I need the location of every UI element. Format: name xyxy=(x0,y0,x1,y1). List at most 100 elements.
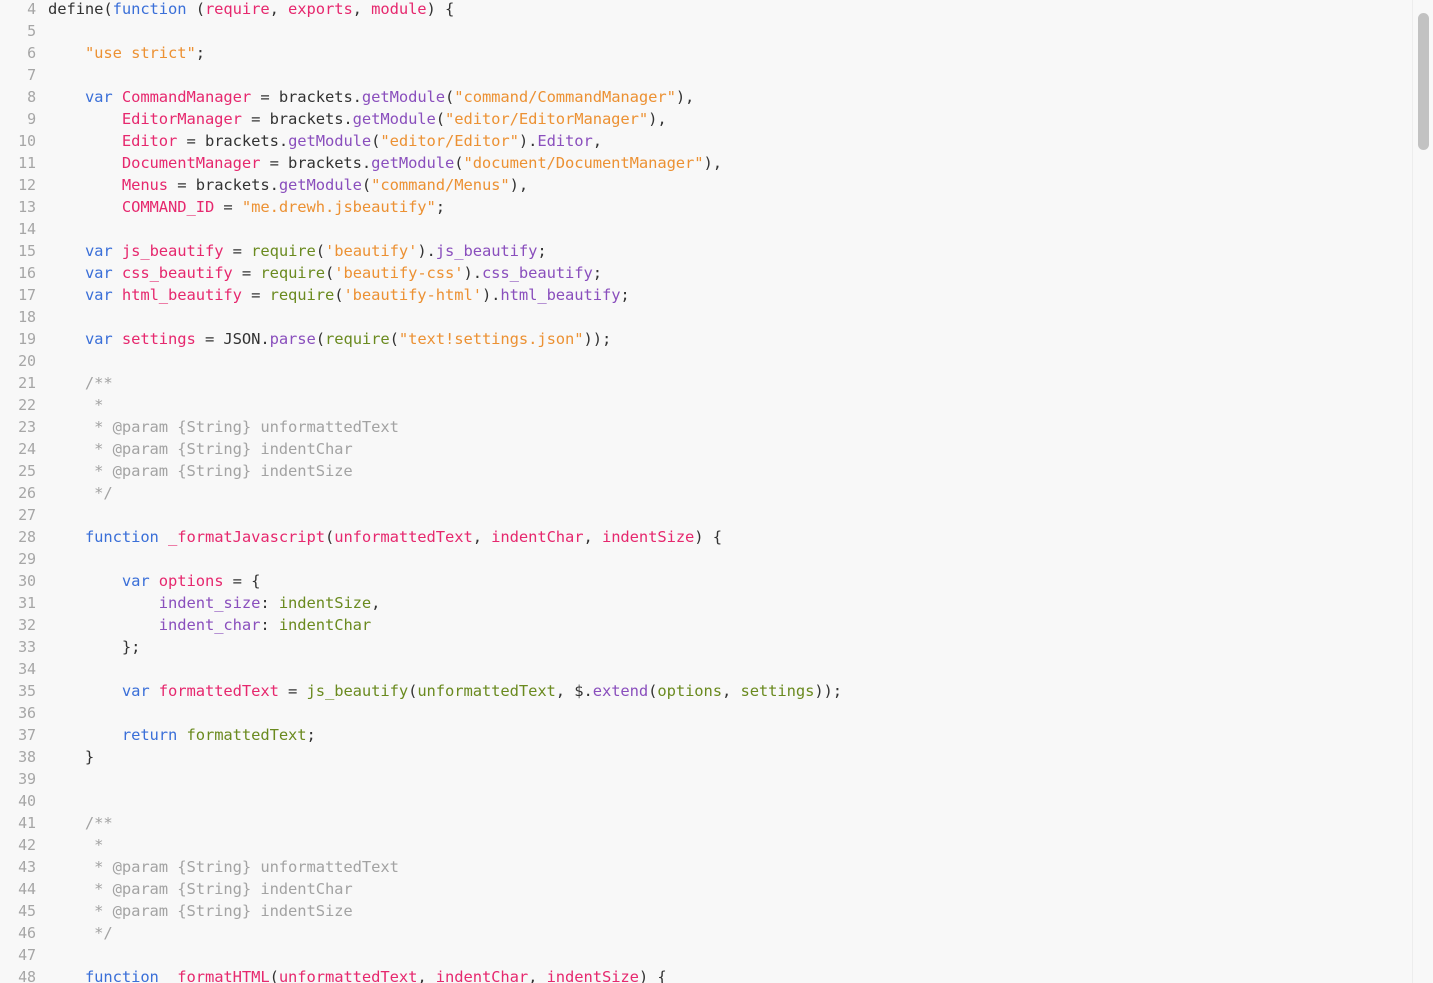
line-number: 8 xyxy=(27,88,36,106)
code-token: ; xyxy=(435,198,445,216)
code-token: ( xyxy=(186,0,205,18)
code-token: * @param {String} indentChar xyxy=(48,440,353,458)
code-line[interactable]: 7 xyxy=(0,64,1412,86)
code-token: 'beautify-html' xyxy=(343,286,482,304)
code-line[interactable]: 47 xyxy=(0,944,1412,966)
line-number: 47 xyxy=(18,946,36,964)
code-line[interactable]: 32 indent_char: indentChar xyxy=(0,614,1412,636)
code-line[interactable]: 18 xyxy=(0,306,1412,328)
vertical-scrollbar-thumb[interactable] xyxy=(1418,13,1429,150)
code-line[interactable]: 46 */ xyxy=(0,922,1412,944)
code-line[interactable]: 13 COMMAND_ID = "me.drewh.jsbeautify"; xyxy=(0,196,1412,218)
code-line-content: var settings = JSON.parse(require("text!… xyxy=(36,328,611,350)
code-token: require xyxy=(251,242,316,260)
code-token: Editor xyxy=(537,132,593,150)
code-token: Editor xyxy=(121,132,178,150)
code-line[interactable]: 25 * @param {String} indentSize xyxy=(0,460,1412,482)
code-token: "text!settings.json" xyxy=(398,330,584,348)
line-number: 17 xyxy=(18,286,36,304)
code-token: unformattedText xyxy=(417,682,556,700)
code-line-content: /** xyxy=(36,812,113,834)
code-line[interactable]: 8 var CommandManager = brackets.getModul… xyxy=(0,86,1412,108)
code-line[interactable]: 28 function _formatJavascript(unformatte… xyxy=(0,526,1412,548)
code-line[interactable]: 29 xyxy=(0,548,1412,570)
code-line[interactable]: 19 var settings = JSON.parse(require("te… xyxy=(0,328,1412,350)
code-line[interactable]: 41 /** xyxy=(0,812,1412,834)
code-line[interactable]: 43 * @param {String} unformattedText xyxy=(0,856,1412,878)
code-line[interactable]: 42 * xyxy=(0,834,1412,856)
code-token: , xyxy=(528,968,547,983)
code-line[interactable]: 5 xyxy=(0,20,1412,42)
vertical-scrollbar[interactable] xyxy=(1412,0,1433,983)
line-number: 38 xyxy=(18,748,36,766)
code-token: html_beautify xyxy=(500,286,621,304)
code-line[interactable]: 33 }; xyxy=(0,636,1412,658)
code-token: _formatHTML xyxy=(168,968,270,983)
code-token: exports xyxy=(288,0,353,18)
code-line[interactable]: 14 xyxy=(0,218,1412,240)
code-line[interactable]: 20 xyxy=(0,350,1412,372)
code-token: options xyxy=(158,572,224,590)
code-line[interactable]: 24 * @param {String} indentChar xyxy=(0,438,1412,460)
code-line[interactable]: 11 DocumentManager = brackets.getModule(… xyxy=(0,152,1412,174)
code-line[interactable]: 30 var options = { xyxy=(0,570,1412,592)
code-token: js_beautify xyxy=(121,242,224,260)
line-number: 26 xyxy=(18,484,36,502)
code-line-content: var html_beautify = require('beautify-ht… xyxy=(36,284,630,306)
code-token: "command/Menus" xyxy=(371,176,510,194)
code-line[interactable]: 15 var js_beautify = require('beautify')… xyxy=(0,240,1412,262)
code-line[interactable]: 16 var css_beautify = require('beautify-… xyxy=(0,262,1412,284)
code-line-content: }; xyxy=(36,636,141,658)
code-line[interactable]: 31 indent_size: indentSize, xyxy=(0,592,1412,614)
code-token: indent_size xyxy=(158,594,261,612)
code-line[interactable]: 48 function _formatHTML(unformattedText,… xyxy=(0,966,1412,983)
line-number: 45 xyxy=(18,902,36,920)
code-line[interactable]: 40 xyxy=(0,790,1412,812)
code-token: var xyxy=(84,264,113,282)
code-line[interactable]: 38 } xyxy=(0,746,1412,768)
code-line[interactable]: 6 "use strict"; xyxy=(0,42,1412,64)
line-number: 44 xyxy=(18,880,36,898)
code-editor[interactable]: 4 define(function (require, exports, modu… xyxy=(0,0,1433,983)
code-token: = brackets. xyxy=(168,176,279,194)
code-line[interactable]: 22 * xyxy=(0,394,1412,416)
code-token: ; xyxy=(620,286,630,304)
code-lines: 4 define(function (require, exports, modu… xyxy=(0,0,1412,983)
code-line[interactable]: 45 * @param {String} indentSize xyxy=(0,900,1412,922)
code-token: = xyxy=(241,286,270,304)
code-token: , xyxy=(269,0,289,18)
code-line[interactable]: 9 EditorManager = brackets.getModule("ed… xyxy=(0,108,1412,130)
code-line-content: EditorManager = brackets.getModule("edit… xyxy=(36,108,667,130)
code-line[interactable]: 37 return formattedText; xyxy=(0,724,1412,746)
code-line-content: * @param {String} indentSize xyxy=(36,460,353,482)
line-number: 31 xyxy=(18,594,36,612)
line-number: 20 xyxy=(18,352,36,370)
code-token: formattedText xyxy=(158,682,279,700)
code-line[interactable]: 36 xyxy=(0,702,1412,724)
code-token: indent_char xyxy=(158,616,261,634)
code-token: * @param {String} indentSize xyxy=(48,462,353,480)
code-line[interactable]: 17 var html_beautify = require('beautify… xyxy=(0,284,1412,306)
code-token: * @param {String} unformattedText xyxy=(48,418,399,436)
code-line[interactable]: 26 */ xyxy=(0,482,1412,504)
code-line[interactable]: 21 /** xyxy=(0,372,1412,394)
code-line[interactable]: 34 xyxy=(0,658,1412,680)
code-token: "use strict" xyxy=(84,44,196,62)
code-line[interactable]: 10 Editor = brackets.getModule("editor/E… xyxy=(0,130,1412,152)
code-line[interactable]: 23 * @param {String} unformattedText xyxy=(0,416,1412,438)
code-line[interactable]: 27 xyxy=(0,504,1412,526)
code-line[interactable]: 35 var formattedText = js_beautify(unfor… xyxy=(0,680,1412,702)
code-scroll-area[interactable]: 4 define(function (require, exports, modu… xyxy=(0,0,1412,983)
code-token: = brackets. xyxy=(177,132,289,150)
code-line[interactable]: 39 xyxy=(0,768,1412,790)
code-line[interactable]: 4 define(function (require, exports, modu… xyxy=(0,0,1412,20)
code-line[interactable]: 12 Menus = brackets.getModule("command/M… xyxy=(0,174,1412,196)
code-line[interactable]: 44 * @param {String} indentChar xyxy=(0,878,1412,900)
